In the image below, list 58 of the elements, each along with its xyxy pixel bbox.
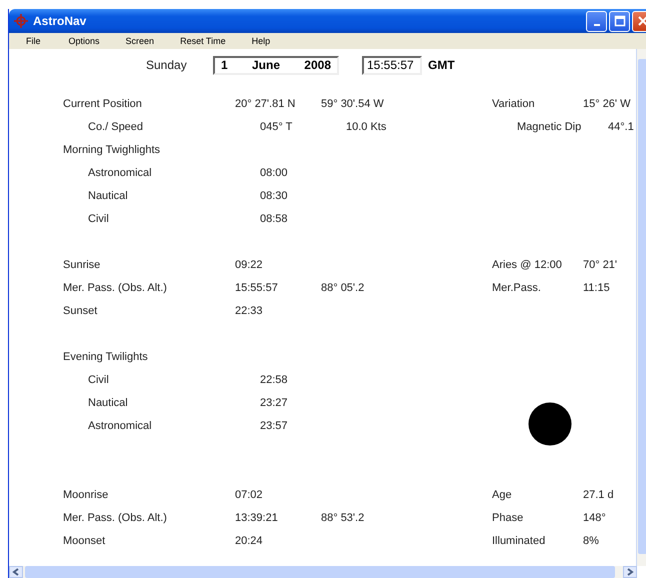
row-label: Co./ Speed [87, 120, 144, 132]
value-text: 8% [583, 534, 599, 546]
value-text: 10.0 Kts [346, 120, 386, 132]
row-label: Age [492, 488, 512, 500]
row-label: Moonset [63, 534, 106, 546]
menu-item[interactable]: Help [252, 36, 270, 46]
row-label: Sunset [63, 304, 98, 316]
value-text: 88° 53'.2 [321, 512, 364, 524]
row-label: Morning Twighlights [63, 144, 162, 156]
value-text: 08:00 [260, 166, 288, 178]
window-title: AstroNav [33, 14, 86, 28]
value-text: 08:30 [260, 190, 288, 202]
row-label: Mer. Pass. (Obs. Alt.) [63, 282, 168, 294]
row-label: Astronomical [87, 420, 153, 432]
value-text: 70° 21' [583, 258, 618, 270]
menu-item[interactable]: Screen [126, 36, 154, 46]
value-text: 23:27 [260, 396, 288, 408]
value-text: 23:57 [260, 420, 288, 432]
value-text: 08:58 [260, 212, 288, 224]
value-text: 09:22 [235, 258, 263, 270]
value-text: 44°.1 [608, 120, 634, 132]
date-field[interactable]: 1 June 2008 [213, 56, 339, 74]
row-label: Civil [87, 374, 110, 386]
menu-item[interactable]: File [26, 36, 41, 46]
row-label: Illuminated [492, 534, 546, 546]
row-label: Mer.Pass. [492, 282, 541, 294]
menu-item[interactable]: Options [68, 36, 100, 46]
value-text: 22:33 [235, 304, 263, 316]
row-label: Nautical [87, 396, 129, 408]
row-label: Variation [492, 98, 535, 110]
row-label: Aries @ 12:00 [492, 258, 562, 270]
value-text: 07:02 [235, 488, 263, 500]
row-label: Mer. Pass. (Obs. Alt.) [63, 512, 168, 524]
row-label: Astronomical [87, 166, 153, 178]
value-text: 148° [583, 512, 606, 524]
row-label: Civil [87, 212, 110, 224]
value-text: 15° 26' W [583, 98, 630, 110]
row-label: Magnetic Dip [517, 120, 582, 132]
row-label: Current Position [63, 98, 143, 110]
value-text: 27.1 d [583, 488, 614, 500]
time-field[interactable]: 15:55:57 [362, 56, 422, 74]
value-text: 20:24 [235, 534, 263, 546]
weekday-label: Sunday [146, 58, 188, 72]
row-label: Moonrise [63, 488, 110, 500]
menu-item[interactable]: Reset Time [180, 36, 226, 46]
value-text: 15:55:57 [235, 282, 278, 294]
row-label: Phase [492, 512, 524, 524]
row-label: Evening Twilights [63, 350, 149, 362]
value-text: 88° 05'.2 [321, 282, 364, 294]
timezone-label: GMT [428, 58, 455, 72]
value-text: 11:15 [583, 282, 610, 294]
value-text: 20° 27'.81 N [235, 98, 296, 110]
value-text: 045° T [260, 120, 292, 132]
value-text: 13:39:21 [235, 512, 278, 524]
row-label: Nautical [87, 190, 129, 202]
value-text: 22:58 [260, 374, 288, 386]
value-text: 59° 30'.54 W [321, 98, 384, 110]
row-label: Sunrise [63, 258, 102, 270]
